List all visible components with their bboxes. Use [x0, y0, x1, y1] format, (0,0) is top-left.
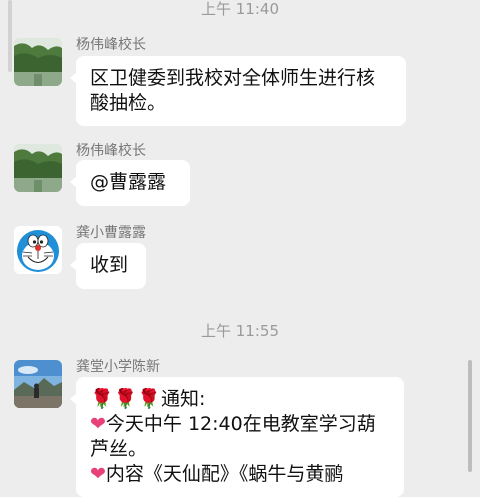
tree-landscape-avatar[interactable]: [14, 38, 62, 86]
message-text: 芦丝。: [90, 438, 148, 460]
message-bubble[interactable]: 收到: [70, 243, 146, 289]
scenic-photo-avatar[interactable]: [14, 360, 62, 408]
sender-name: 龚小曹露露: [76, 225, 146, 241]
message-text: 酸抽检。: [90, 92, 167, 114]
rose-icon: 🌹: [137, 388, 162, 410]
rose-icon: 🌹: [113, 388, 138, 410]
message-text: 内容《天仙配》《蜗牛与黄鹂: [105, 463, 344, 485]
heart-icon: ❤: [90, 463, 106, 485]
tree-landscape-avatar[interactable]: [14, 144, 62, 192]
message-bubble[interactable]: 🌹🌹🌹通知: ❤今天中午 12:40在电教室学习葫 芦丝。 ❤内容《天仙配》《蜗…: [70, 377, 404, 497]
timestamp: 上午 11:55: [201, 322, 279, 340]
message-bubble[interactable]: 区卫健委到我校对全体师生进行核 酸抽检。: [70, 56, 406, 126]
sender-name: 杨伟峰校长: [76, 143, 146, 159]
sender-name: 杨伟峰校长: [76, 37, 146, 53]
message-bubble[interactable]: @曹露露: [70, 160, 190, 206]
sender-name: 龚堂小学陈新: [76, 359, 160, 375]
message-text: 区卫健委到我校对全体师生进行核: [90, 67, 376, 89]
heart-icon: ❤: [90, 413, 106, 435]
timestamp: 上午 11:40: [201, 0, 279, 18]
scrollbar[interactable]: [468, 360, 472, 472]
message-text: @曹露露: [90, 171, 167, 193]
message-text: 收到: [90, 254, 129, 276]
doraemon-avatar[interactable]: [14, 226, 62, 274]
rose-icon: 🌹: [90, 388, 114, 410]
message-text: 今天中午 12:40在电教室学习葫: [105, 413, 376, 435]
notice-label: 通知:: [161, 388, 206, 410]
